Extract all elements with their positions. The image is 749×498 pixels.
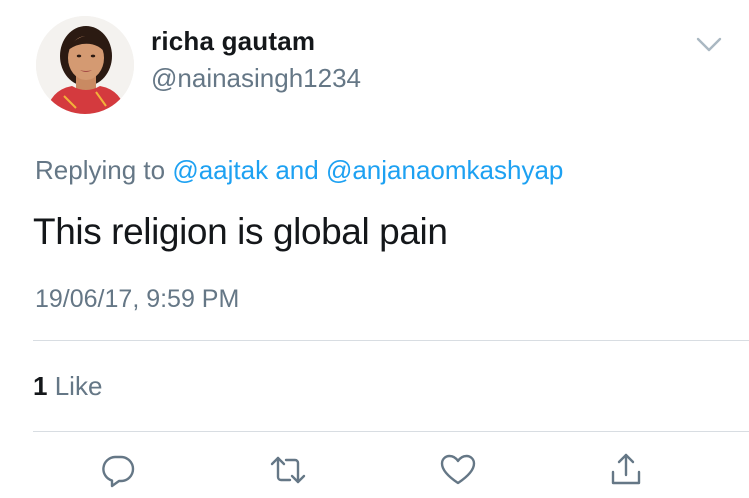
reply-context: Replying to @aajtak and @anjanaomkashyap [35,155,563,186]
like-label: Like [54,371,103,401]
tweet-timestamp: 19/06/17, 9:59 PM [35,285,240,313]
reply-button[interactable] [98,450,138,490]
tweet-text: This religion is global pain [33,211,448,252]
divider [33,431,749,432]
reply-icon [102,455,135,488]
share-button[interactable] [606,450,646,490]
heart-icon [440,454,476,485]
avatar-photo [36,16,134,114]
mention-link-aajtak[interactable]: @aajtak [172,155,268,185]
chevron-down-icon[interactable] [694,32,724,56]
author-display-name[interactable]: richa gautam [151,26,315,57]
reply-conjunction[interactable]: and [275,155,318,185]
avatar[interactable] [36,16,134,114]
tweet-detail: richa gautam @nainasingh1234 Replying to… [0,0,749,498]
mention-link-anjanaomkashyap[interactable]: @anjanaomkashyap [326,155,563,185]
author-handle[interactable]: @nainasingh1234 [151,63,361,94]
divider [33,340,749,341]
like-count-link[interactable]: 1 Like [33,371,102,402]
retweet-button[interactable] [268,450,308,490]
like-count: 1 [33,371,48,401]
share-icon [611,453,641,485]
like-button[interactable] [438,450,478,490]
replying-prefix: Replying to [35,155,166,185]
retweet-icon [270,456,306,484]
